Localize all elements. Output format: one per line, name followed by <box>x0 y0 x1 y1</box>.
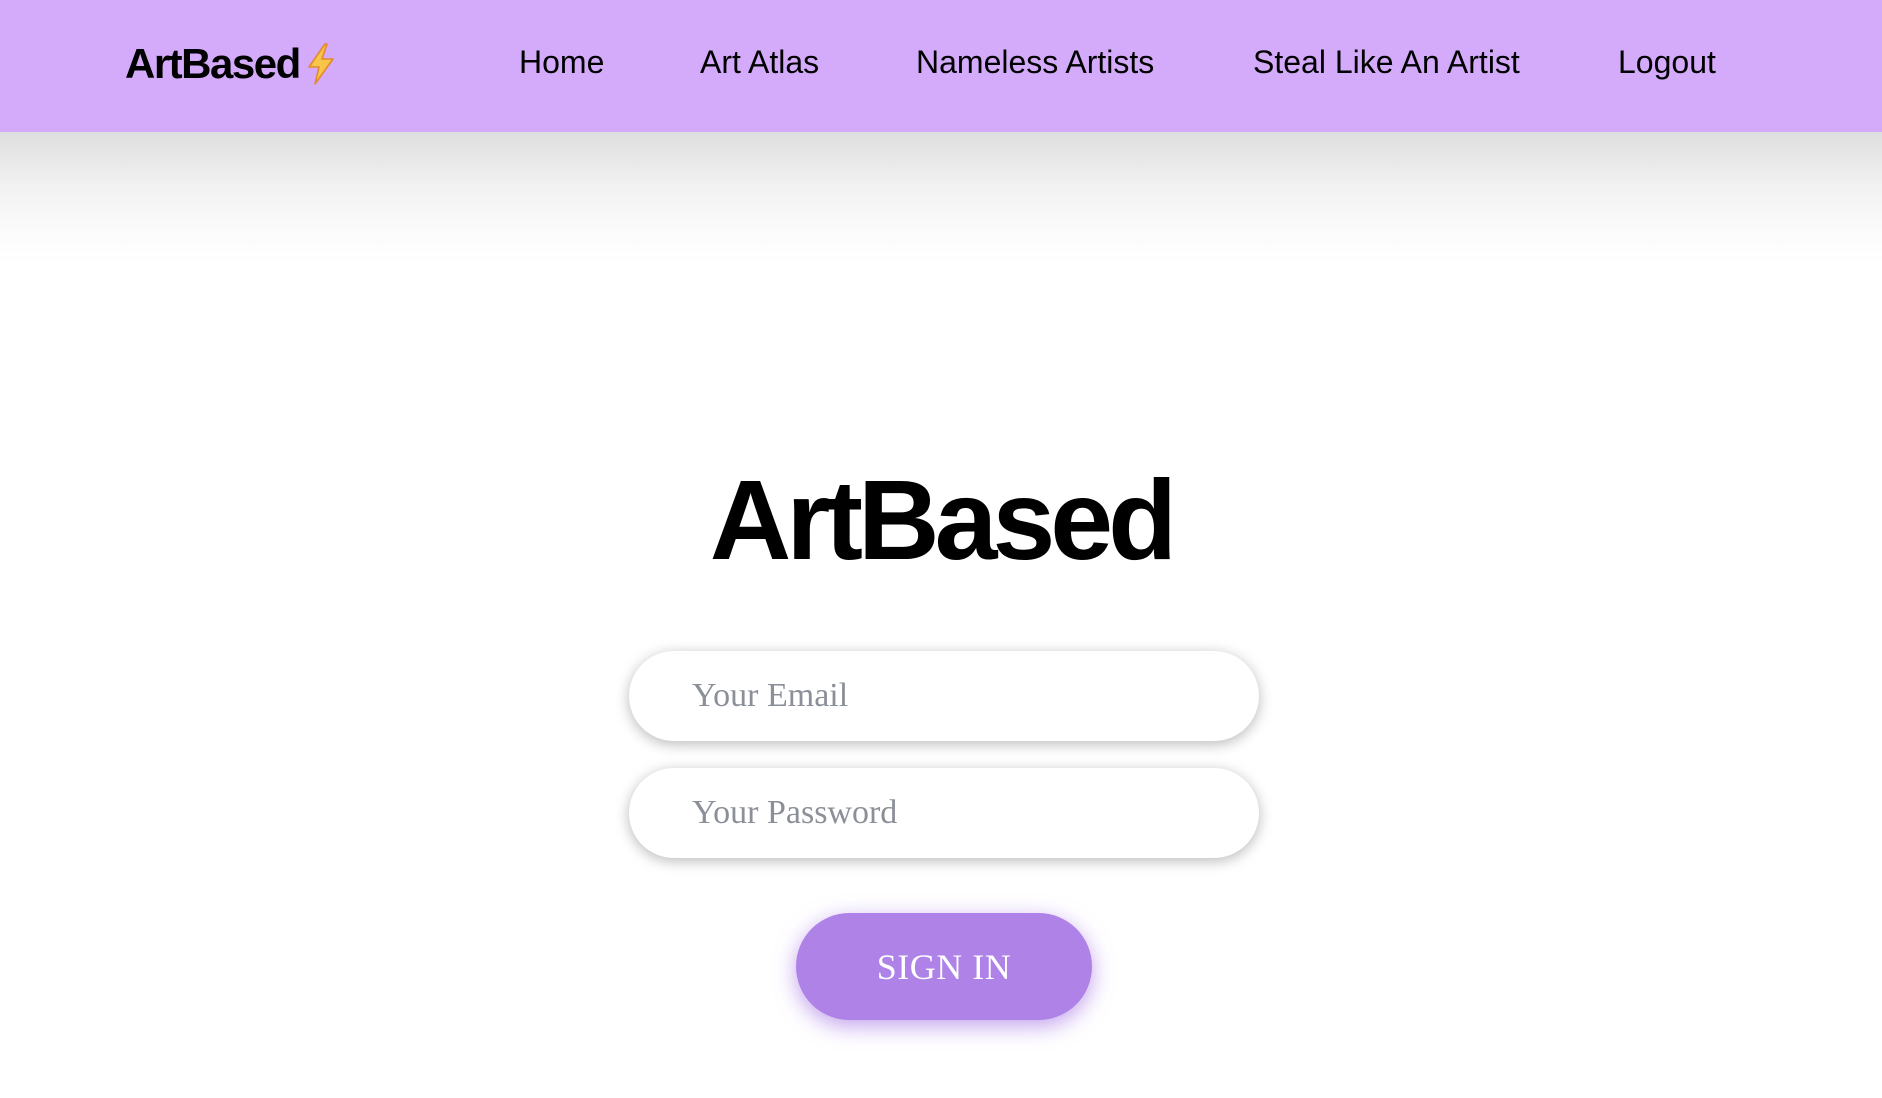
brand-name: ArtBased <box>125 40 301 87</box>
top-navbar: ArtBased Home Art Atlas Nameless Artists… <box>0 0 1882 132</box>
nav-link-nameless-artists[interactable]: Nameless Artists <box>916 38 1154 86</box>
password-field[interactable] <box>629 768 1259 858</box>
nav-link-steal-like-an-artist[interactable]: Steal Like An Artist <box>1253 38 1520 86</box>
navbar-shadow <box>0 132 1882 264</box>
email-field[interactable] <box>629 651 1259 741</box>
nav-link-home[interactable]: Home <box>519 38 604 86</box>
nav-link-logout[interactable]: Logout <box>1618 38 1716 86</box>
lightning-bolt-icon <box>307 43 334 85</box>
page-title: ArtBased <box>709 457 1177 583</box>
nav-link-art-atlas[interactable]: Art Atlas <box>700 38 819 86</box>
sign-in-button[interactable]: SIGN IN <box>796 913 1092 1020</box>
brand-logo-link[interactable]: ArtBased <box>125 36 338 92</box>
